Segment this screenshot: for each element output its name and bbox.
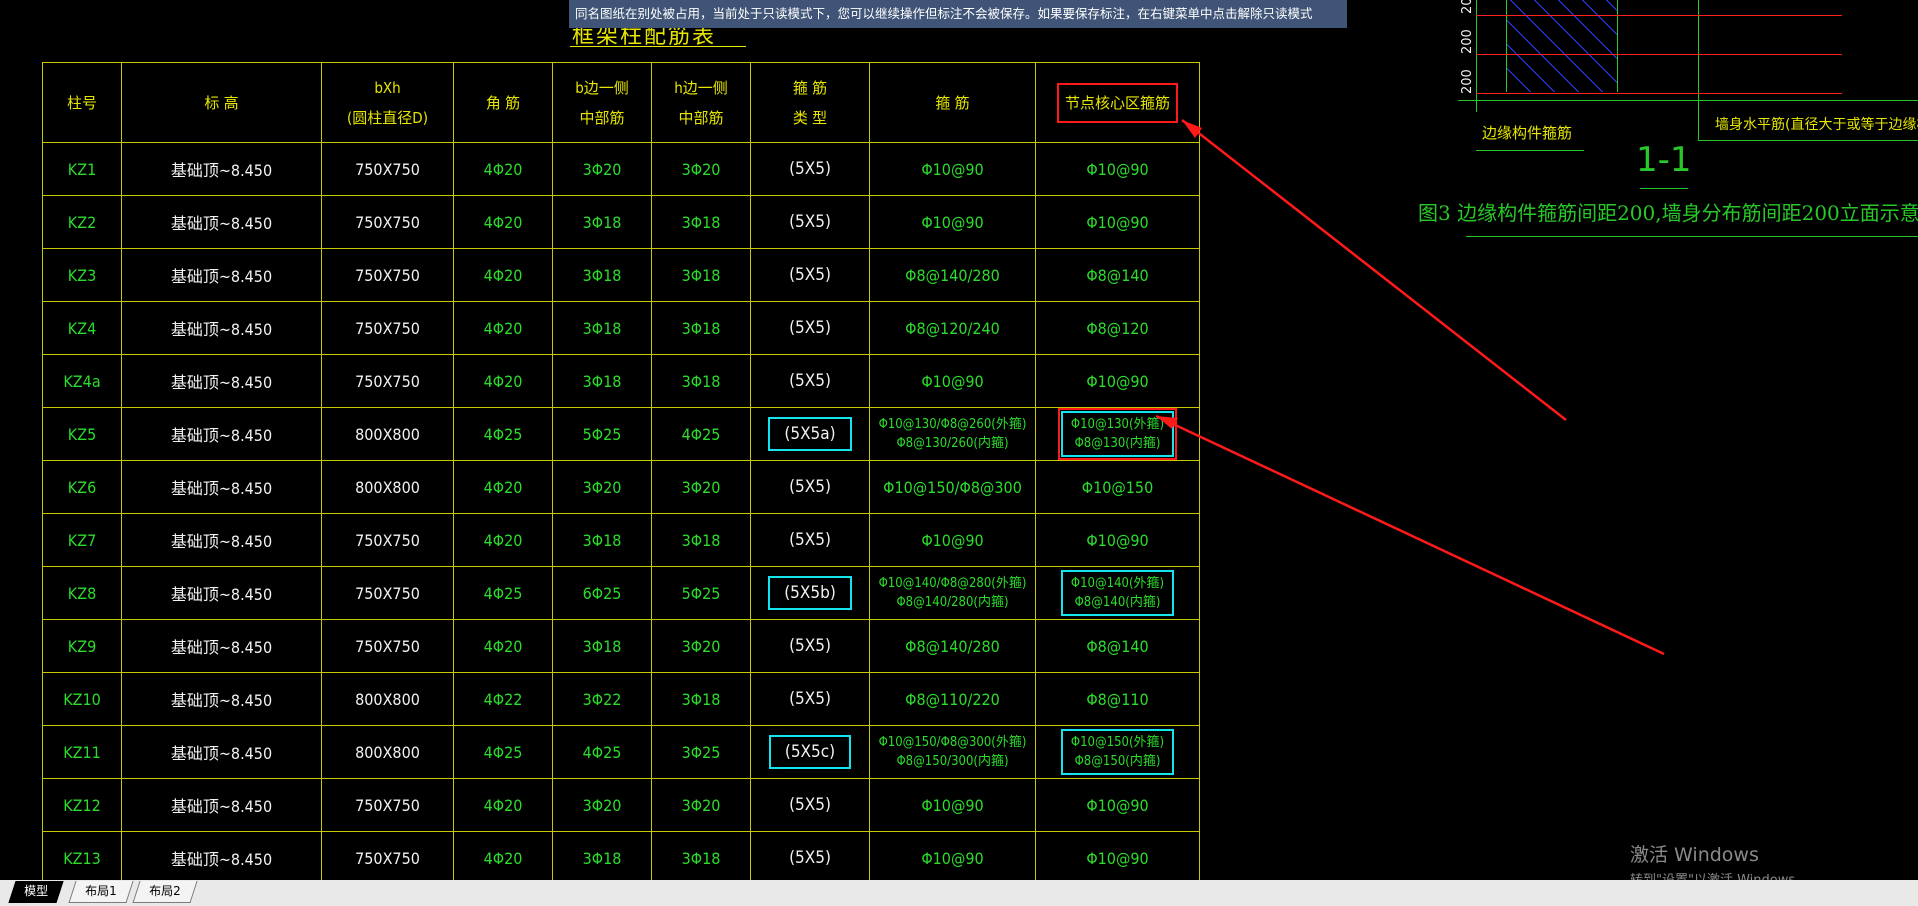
drawing-canvas[interactable]: 框架柱配筋表 柱号 标 高 bXh (圆柱直径D) 角 筋 b边一侧 中部筋 h边一…: [0, 0, 1918, 888]
tab-model-label: 模型: [24, 884, 49, 898]
tab-layout2[interactable]: 布局2: [132, 881, 198, 903]
arrow-kz5-core: [1155, 414, 1665, 656]
tab-layout1-label: 布局1: [85, 884, 117, 898]
layout-tab-bar: 模型 布局1 布局2: [0, 880, 1918, 906]
tab-layout2-label: 布局2: [149, 884, 181, 898]
activation-line1: 激活 Windows: [1630, 844, 1759, 866]
tab-model[interactable]: 模型: [8, 881, 64, 903]
tab-layout1[interactable]: 布局1: [68, 881, 134, 903]
readonly-notice-bar: 同名图纸在别处被占用，当前处于只读模式下，您可以继续操作但标注不会被保存。如果要…: [569, 0, 1347, 28]
annotation-arrows: [1155, 119, 1665, 656]
arrow-core-header: [1181, 119, 1567, 421]
